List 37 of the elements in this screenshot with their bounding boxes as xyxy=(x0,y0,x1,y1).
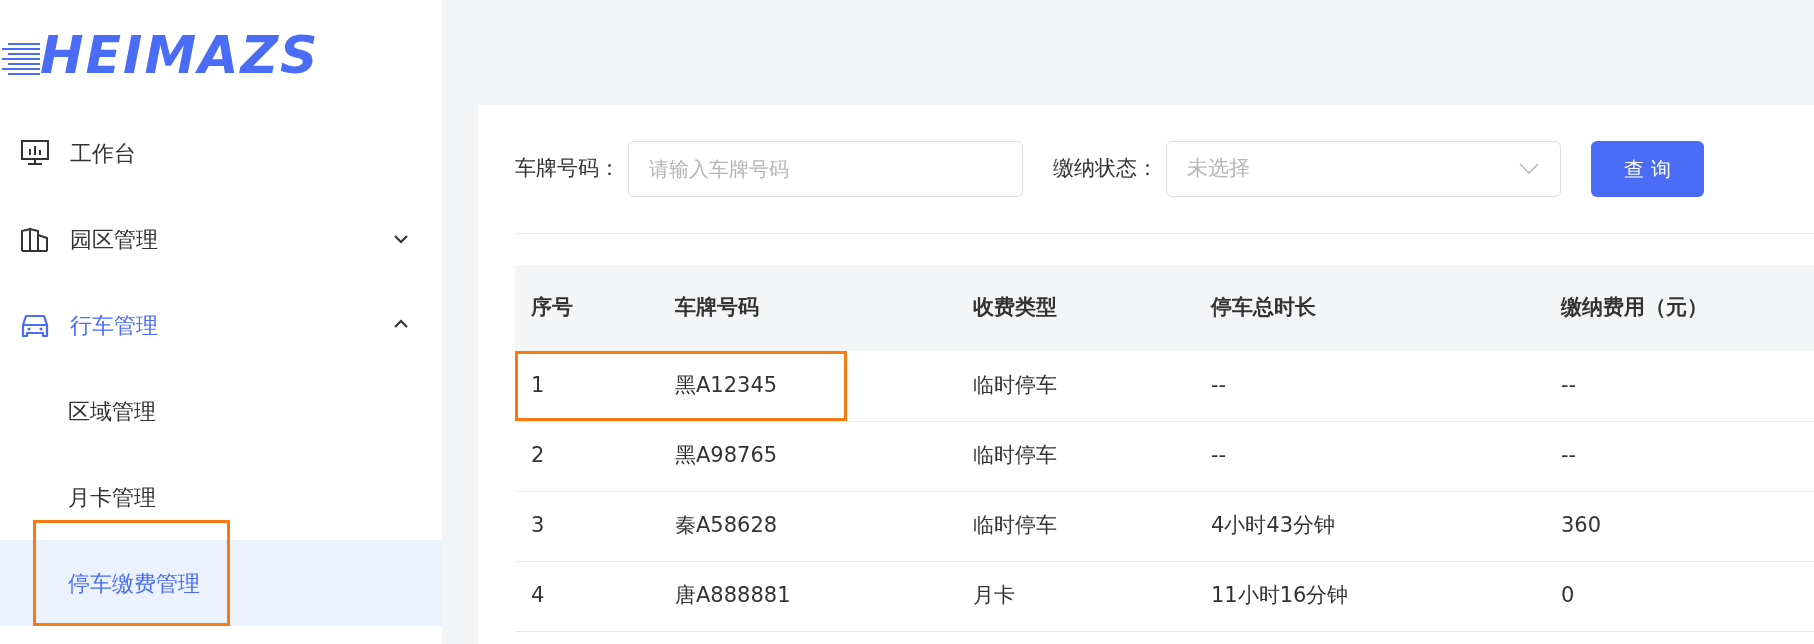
table-cell: 4 xyxy=(515,561,659,631)
sidebar-item[interactable]: 园区管理 xyxy=(0,196,442,282)
field-label: 缴纳状态： xyxy=(1053,155,1158,183)
table-cell: -- xyxy=(1195,351,1545,421)
table-cell: -- xyxy=(1195,421,1545,491)
table-cell: 黑A98765 xyxy=(659,421,957,491)
sidebar-item[interactable]: 行车管理 xyxy=(0,282,442,368)
table-cell: 唐A888881 xyxy=(659,561,957,631)
sidebar-subitem[interactable]: 停车缴费管理 xyxy=(0,540,442,626)
table-cell: 临时停车 xyxy=(957,351,1195,421)
table-cell: 月卡 xyxy=(957,561,1195,631)
column-header: 缴纳费用（元） xyxy=(1545,265,1814,351)
plate-input-field[interactable]: 请输入车牌号码 xyxy=(628,141,1023,197)
table-cell: 秦A58628 xyxy=(659,491,957,561)
table-cell: 4小时43分钟 xyxy=(1195,491,1545,561)
table-cell: 临时停车 xyxy=(957,491,1195,561)
table-cell: 3 xyxy=(515,491,659,561)
column-header: 车牌号码 xyxy=(659,265,957,351)
column-header: 收费类型 xyxy=(957,265,1195,351)
monitor-icon xyxy=(20,138,50,168)
field-label: 车牌号码： xyxy=(515,155,620,183)
column-header: 停车总时长 xyxy=(1195,265,1545,351)
sidebar-item[interactable]: 工作台 xyxy=(0,110,442,196)
sidebar-subitem[interactable]: 区域管理 xyxy=(0,368,442,454)
table-cell: -- xyxy=(1545,421,1814,491)
table-cell: 黑A12345 xyxy=(659,351,957,421)
column-header: 序号 xyxy=(515,265,659,351)
logo: HEIMAZS xyxy=(40,29,320,81)
table-cell: 1 xyxy=(515,351,659,421)
table-cell: -- xyxy=(1545,351,1814,421)
table-cell: 360 xyxy=(1545,491,1814,561)
sidebar-subitem[interactable]: 月卡管理 xyxy=(0,454,442,540)
search-button[interactable]: 查 询 xyxy=(1591,141,1704,197)
table-cell: 临时停车 xyxy=(957,421,1195,491)
table-cell: 11小时16分钟 xyxy=(1195,561,1545,631)
table-cell: 2 xyxy=(515,421,659,491)
table-cell: 0 xyxy=(1545,561,1814,631)
